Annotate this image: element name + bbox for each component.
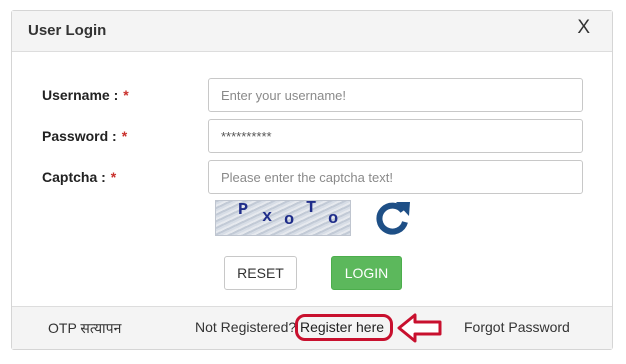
captcha-char: o — [328, 210, 339, 229]
not-registered-text: Not Registered? — [195, 319, 297, 335]
password-label: Password : * — [42, 128, 128, 144]
close-icon[interactable]: X — [577, 17, 590, 39]
forgot-password-link[interactable]: Forgot Password — [464, 319, 570, 335]
captcha-input[interactable] — [208, 160, 583, 194]
username-row: Username : * — [12, 78, 612, 112]
login-button[interactable]: LOGIN — [331, 256, 402, 290]
captcha-image: P x o T o — [215, 199, 351, 236]
username-input[interactable] — [208, 78, 583, 112]
captcha-label: Captcha : * — [42, 169, 117, 185]
modal-footer: OTP सत्यापन Not Registered? Register her… — [12, 306, 612, 349]
required-mark: * — [110, 169, 117, 185]
captcha-char: o — [284, 211, 295, 230]
modal-header: User Login X — [12, 11, 612, 52]
password-row: Password : * — [12, 119, 612, 153]
captcha-char: x — [262, 208, 273, 227]
username-label: Username : * — [42, 87, 129, 103]
captcha-char: P — [238, 201, 249, 220]
password-input[interactable] — [208, 119, 583, 153]
login-modal: User Login X Username :* Password :* Cap… — [11, 10, 613, 350]
required-mark: * — [121, 128, 128, 144]
required-mark: * — [123, 87, 129, 103]
refresh-icon[interactable] — [372, 198, 412, 238]
arrow-left-icon — [397, 313, 442, 343]
captcha-row: Captcha : * — [12, 160, 612, 194]
captcha-char: T — [306, 199, 317, 218]
modal-title: User Login — [28, 22, 107, 39]
otp-verification-link[interactable]: OTP सत्यापन — [48, 319, 121, 338]
reset-button[interactable]: RESET — [224, 256, 297, 290]
register-highlight-box — [295, 314, 393, 341]
